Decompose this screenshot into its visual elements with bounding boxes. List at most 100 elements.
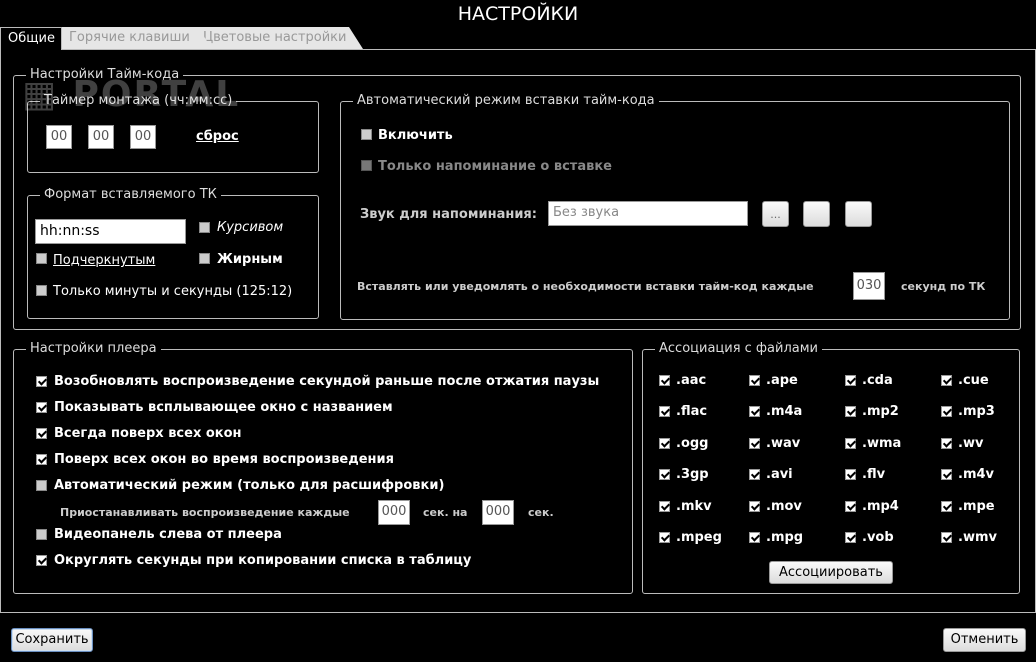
reminder-only-checkbox[interactable] <box>361 160 372 171</box>
assoc-3gp-label: .3gp <box>676 467 709 482</box>
minutes-seconds-checkbox[interactable] <box>36 285 47 296</box>
assoc-mp4-checkbox[interactable] <box>845 501 856 512</box>
auto-enable-checkbox[interactable] <box>361 129 372 140</box>
show-title-popup-checkbox[interactable] <box>36 402 47 413</box>
assoc-mkv-checkbox[interactable] <box>659 501 670 512</box>
assoc-vob-checkbox[interactable] <box>845 532 856 543</box>
window-title: НАСТРОЙКИ <box>457 3 579 25</box>
italic-label: Курсивом <box>217 220 284 235</box>
timer-minutes-field[interactable]: 00 <box>88 125 114 149</box>
auto-enable-label: Включить <box>378 128 453 143</box>
resume-earlier-label: Возобновлять воспроизведение секундой ра… <box>54 374 600 389</box>
assoc-wv-checkbox[interactable] <box>941 438 952 449</box>
pause-every-label: Приостанавливать воспроизведение каждые <box>60 506 350 519</box>
underline-checkbox[interactable] <box>36 253 47 264</box>
assoc-m4a-label: .m4a <box>766 404 803 419</box>
player-settings-legend: Настройки плеера <box>30 341 157 356</box>
minutes-seconds-label: Только минуты и секунды (125:12) <box>53 284 293 299</box>
always-on-top-label: Всегда поверх всех окон <box>54 426 242 441</box>
assoc-wma-checkbox[interactable] <box>845 438 856 449</box>
assoc-wav-label: .wav <box>766 436 801 451</box>
assoc-wmv-label: .wmv <box>958 530 997 545</box>
assoc-mpeg-checkbox[interactable] <box>659 532 670 543</box>
assoc-vob-label: .vob <box>862 530 894 545</box>
assoc-flv-checkbox[interactable] <box>845 469 856 480</box>
interval-suffix-label: секунд по ТК <box>901 280 986 293</box>
bold-checkbox[interactable] <box>199 253 210 264</box>
assoc-m4a-checkbox[interactable] <box>749 406 760 417</box>
assoc-ogg-checkbox[interactable] <box>659 438 670 449</box>
underline-label: Подчеркнутым <box>53 253 156 268</box>
tab-color-settings[interactable]: Цветовые настройки <box>195 27 363 49</box>
assoc-flv-label: .flv <box>862 467 886 482</box>
play-sound-button[interactable] <box>803 201 830 227</box>
assoc-avi-checkbox[interactable] <box>749 469 760 480</box>
save-button[interactable]: Сохранить <box>11 628 93 652</box>
timer-seconds-field[interactable]: 00 <box>130 125 156 149</box>
assoc-m4v-checkbox[interactable] <box>941 469 952 480</box>
always-on-top-checkbox[interactable] <box>36 428 47 439</box>
associate-button[interactable]: Ассоциировать <box>769 561 893 584</box>
assoc-mpe-label: .mpe <box>958 499 995 514</box>
assoc-mp3-checkbox[interactable] <box>941 406 952 417</box>
interval-seconds-field[interactable]: 030 <box>853 272 885 300</box>
assoc-m4v-label: .m4v <box>958 467 995 482</box>
assoc-mpg-checkbox[interactable] <box>749 532 760 543</box>
on-top-while-playing-checkbox[interactable] <box>36 454 47 465</box>
stop-sound-button[interactable] <box>845 201 872 227</box>
tab-general[interactable]: Общие <box>0 27 62 50</box>
video-panel-left-checkbox[interactable] <box>36 529 47 540</box>
assoc-aac-checkbox[interactable] <box>659 375 670 386</box>
assoc-wv-label: .wv <box>958 436 984 451</box>
assoc-mov-checkbox[interactable] <box>749 501 760 512</box>
assoc-3gp-checkbox[interactable] <box>659 469 670 480</box>
round-seconds-checkbox[interactable] <box>36 555 47 566</box>
assoc-wmv-checkbox[interactable] <box>941 532 952 543</box>
video-panel-left-label: Видеопанель слева от плеера <box>54 527 282 542</box>
timer-reset-link[interactable]: сброс <box>196 129 239 144</box>
reminder-only-label: Только напоминание о вставке <box>378 159 612 174</box>
assoc-wav-checkbox[interactable] <box>749 438 760 449</box>
assoc-mpeg-label: .mpeg <box>676 530 722 545</box>
tc-format-input[interactable]: hh:nn:ss <box>35 219 186 244</box>
show-title-popup-label: Показывать всплывающее окно с названием <box>54 400 393 415</box>
timer-hours-field[interactable]: 00 <box>46 125 72 149</box>
tab-hotkeys[interactable]: Горячие клавиши <box>62 27 212 49</box>
tc-format-legend: Формат вставляемого ТК <box>44 187 217 202</box>
assoc-ape-label: .ape <box>766 373 798 388</box>
assoc-cda-checkbox[interactable] <box>845 375 856 386</box>
assoc-mkv-label: .mkv <box>676 499 712 514</box>
pause-duration-field[interactable]: 000 <box>482 500 514 525</box>
reminder-sound-field[interactable]: Без звука <box>548 201 748 226</box>
cancel-button[interactable]: Отменить <box>943 628 1026 652</box>
assoc-mp3-label: .mp3 <box>958 404 995 419</box>
italic-checkbox[interactable] <box>199 222 210 233</box>
assoc-ogg-label: .ogg <box>676 436 709 451</box>
assoc-mov-label: .mov <box>766 499 802 514</box>
assoc-aac-label: .aac <box>676 373 707 388</box>
browse-sound-button[interactable]: ... <box>762 201 789 227</box>
reminder-sound-label: Звук для напоминания: <box>360 207 537 222</box>
auto-tc-legend: Автоматический режим вставки тайм-кода <box>357 93 655 108</box>
pause-every-field[interactable]: 000 <box>378 500 410 525</box>
interval-prefix-label: Вставлять или уведомлять о необходимости… <box>357 280 814 293</box>
bold-label: Жирным <box>217 252 283 267</box>
assoc-mpe-checkbox[interactable] <box>941 501 952 512</box>
round-seconds-label: Округлять секунды при копировании списка… <box>54 553 472 568</box>
portal-watermark: ▦ PORTAL <box>22 74 241 115</box>
assoc-flac-checkbox[interactable] <box>659 406 670 417</box>
assoc-avi-label: .avi <box>766 467 793 482</box>
on-top-while-playing-label: Поверх всех окон во время воспроизведени… <box>54 452 394 467</box>
assoc-mpg-label: .mpg <box>766 530 804 545</box>
resume-earlier-checkbox[interactable] <box>36 376 47 387</box>
assoc-mp4-label: .mp4 <box>862 499 899 514</box>
assoc-wma-label: .wma <box>862 436 902 451</box>
assoc-ape-checkbox[interactable] <box>749 375 760 386</box>
auto-mode-checkbox[interactable] <box>36 480 47 491</box>
assoc-flac-label: .flac <box>676 404 708 419</box>
assoc-mp2-label: .mp2 <box>862 404 899 419</box>
assoc-cue-checkbox[interactable] <box>941 375 952 386</box>
pause-seconds-label: сек. <box>528 506 554 519</box>
auto-mode-label: Автоматический режим (только для расшифр… <box>54 478 445 493</box>
assoc-mp2-checkbox[interactable] <box>845 406 856 417</box>
